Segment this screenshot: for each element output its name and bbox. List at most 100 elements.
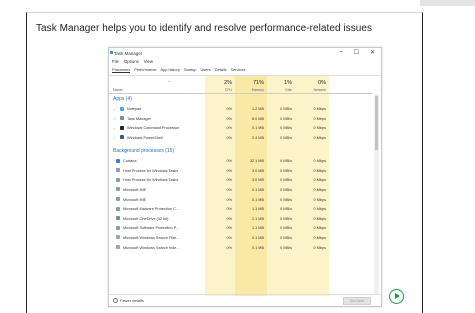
process-name: Microsoft IME (123, 187, 147, 192)
fewer-details-link[interactable]: Fewer details (113, 298, 144, 304)
task-manager-icon (120, 116, 124, 121)
cell-cpu: 0% (205, 124, 235, 133)
expand-chevron-icon[interactable]: › (114, 116, 115, 121)
malware-protection-icon (116, 206, 120, 211)
process-row[interactable]: Microsoft Windows Search Inde... 0% 0.1 MB… (109, 243, 373, 252)
process-name: Microsoft Windows Search Inde... (123, 245, 180, 250)
process-row[interactable]: › Windows PowerShell 0% 2.4 MB 0 MB/s 0 Mbps (109, 133, 373, 142)
tab-processes[interactable]: Processes (112, 67, 131, 73)
cell-mem: 0.1 MB (235, 233, 267, 242)
cell-net: 0 Mbps (295, 105, 329, 114)
expand-chevron-icon[interactable]: › (114, 107, 115, 112)
process-name: Windows PowerShell (127, 135, 163, 140)
cell-disk: 0 MB/s (267, 124, 295, 133)
process-row[interactable]: Microsoft IME 0% 0.1 MB 0 MB/s 0 Mbps (109, 185, 373, 194)
tab-users[interactable]: Users (200, 67, 210, 73)
net-value: 0 Mbps (313, 159, 326, 164)
net-value: 0 Mbps (313, 207, 326, 212)
process-name: Task Manager (127, 116, 151, 121)
tab-startup[interactable]: Startup (184, 67, 197, 73)
tab-services[interactable]: Services (231, 67, 246, 73)
column-header: ^ Name 2% CPU 71% Memory 1% Disk 0% Netw… (109, 76, 373, 94)
process-row[interactable]: Microsoft Malware Protection C... 0% 1.1 M… (109, 205, 373, 214)
menu-options[interactable]: Options (124, 59, 139, 64)
sort-chevron-icon[interactable]: ^ (168, 79, 170, 84)
cell-mem: 3.0 MB (235, 176, 267, 185)
cell-mem: 2.4 MB (235, 133, 267, 142)
cell-disk: 0 MB/s (267, 224, 295, 233)
cpu-value: 0% (226, 168, 233, 173)
cell-cpu: 0% (205, 157, 235, 166)
task-manager-window: Task Manager – ☐ ✕ File Options View Pro… (108, 47, 382, 307)
process-row[interactable]: Host Process for Windows Tasks 0% 3.0 MB 0 … (109, 166, 373, 175)
title-bar: Task Manager – ☐ ✕ (109, 48, 381, 58)
cell-cpu: 0% (205, 243, 235, 252)
disk-label: Disk (285, 88, 292, 92)
cell-mem: 0.1 MB (235, 185, 267, 194)
cpu-label: CPU (224, 88, 232, 92)
cell-mem: 1.1 MB (235, 205, 267, 214)
cpu-value: 0% (226, 245, 233, 250)
group-header[interactable]: Background processes (15) (109, 146, 373, 155)
cell-disk: 0 MB/s (267, 157, 295, 166)
cell-cpu: 0% (205, 105, 235, 114)
expand-chevron-icon[interactable]: › (114, 126, 115, 131)
menu-view[interactable]: View (144, 59, 153, 64)
cpu-value: 0% (226, 178, 233, 183)
vertical-scrollbar[interactable] (374, 94, 379, 294)
cpu-value: 0% (226, 135, 233, 140)
collapse-arrow-icon (113, 298, 118, 304)
process-row[interactable]: › Notepad 0% 1.2 MB 0 MB/s 0 Mbps (109, 105, 373, 114)
cell-disk: 0 MB/s (267, 176, 295, 185)
process-row[interactable]: Microsoft Windows Search Filte... 0% 0.1 M… (109, 233, 373, 242)
process-row[interactable]: Microsoft IME 0% 0.1 MB 0 MB/s 0 Mbps (109, 195, 373, 204)
cell-disk: 0 MB/s (267, 243, 295, 252)
column-name[interactable]: Name (113, 88, 123, 92)
group-header[interactable]: Apps (4) (109, 94, 373, 103)
process-name: Microsoft OneDrive (32 bit) (123, 216, 169, 221)
process-list: Apps (4) › Notepad 0% 1.2 MB 0 MB/s 0 Mbps › Tas… (109, 94, 373, 296)
process-row[interactable]: Cortana 0% 32.1 MB 0 MB/s 0 Mbps (109, 157, 373, 166)
column-disk[interactable]: 1% Disk (267, 76, 295, 94)
play-button[interactable] (389, 289, 404, 304)
mem-value: 3.0 MB (251, 178, 264, 183)
host-process-icon (116, 168, 120, 173)
cpu-value: 0% (226, 235, 233, 240)
cell-cpu: 0% (205, 214, 235, 223)
net-value: 0 Mbps (313, 216, 326, 221)
maximize-button[interactable]: ☐ (354, 49, 359, 56)
cell-cpu: 0% (205, 224, 235, 233)
cpu-value: 0% (226, 226, 233, 231)
column-cpu[interactable]: 2% CPU (205, 76, 235, 94)
cell-net: 0 Mbps (295, 243, 329, 252)
mem-value: 0.1 MB (251, 235, 264, 240)
process-row[interactable]: › Windows Command Processor 0% 0.1 MB 0 MB/s… (109, 124, 373, 133)
disk-value: 0 MB/s (280, 226, 292, 231)
process-name: Notepad (127, 107, 142, 112)
cell-mem: 3.0 MB (235, 166, 267, 175)
cortana-icon (116, 158, 120, 163)
end-task-button[interactable]: End task (343, 297, 371, 305)
minimize-button[interactable]: – (340, 49, 343, 55)
cell-disk: 0 MB/s (267, 105, 295, 114)
group-label: Apps (4) (113, 96, 132, 102)
cmd-icon (120, 125, 124, 130)
top-strip-gray (420, 0, 475, 6)
column-memory[interactable]: 71% Memory (235, 76, 267, 94)
cell-cpu: 0% (205, 114, 235, 123)
scrollbar-thumb[interactable] (375, 96, 378, 150)
powershell-icon (120, 135, 124, 140)
expand-chevron-icon[interactable]: › (114, 135, 115, 140)
cpu-total: 2% (224, 80, 232, 86)
process-name: Host Process for Windows Tasks (123, 178, 179, 183)
tab-performance[interactable]: Performance (134, 67, 156, 73)
close-button[interactable]: ✕ (370, 49, 375, 56)
column-network[interactable]: 0% Network (295, 76, 329, 94)
process-row[interactable]: Microsoft OneDrive (32 bit) 0% 2.1 MB 0 MB/… (109, 214, 373, 223)
process-row[interactable]: › Task Manager 0% 8.0 MB 0 MB/s 0 Mbps (109, 114, 373, 123)
menu-file[interactable]: File (112, 59, 119, 64)
tab-app-history[interactable]: App history (160, 67, 179, 73)
tab-details[interactable]: Details (215, 67, 227, 73)
process-row[interactable]: Microsoft Software Protection P... 0% 1.1 … (109, 224, 373, 233)
process-row[interactable]: Host Process for Windows Tasks 0% 3.0 MB 0 … (109, 176, 373, 185)
